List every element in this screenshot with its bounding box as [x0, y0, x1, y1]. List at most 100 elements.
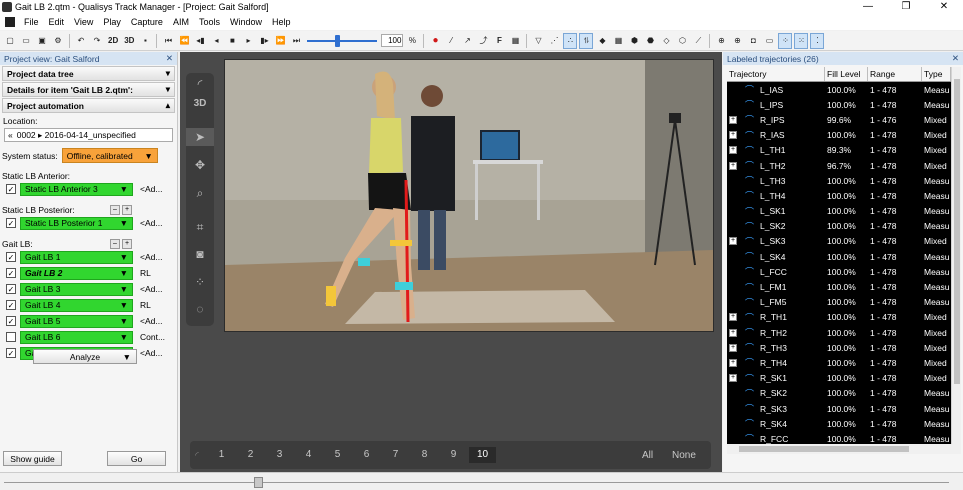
- speed-value[interactable]: 100: [381, 34, 404, 47]
- timeline-item[interactable]: 7: [381, 447, 410, 463]
- checkbox[interactable]: ✓: [6, 284, 16, 294]
- grid-icon[interactable]: ▦: [611, 33, 625, 49]
- fast-backward-icon[interactable]: ⏪: [177, 33, 191, 49]
- expand-icon[interactable]: +: [729, 343, 737, 352]
- timeline-item[interactable]: 5: [323, 447, 352, 463]
- column-header-range[interactable]: Range: [868, 67, 922, 81]
- section-project-automation[interactable]: Project automation ▴: [2, 98, 175, 113]
- close-panel-icon[interactable]: ✕: [952, 53, 959, 64]
- table-row[interactable]: ⌒ L_FCC 100.0% 1 - 478 Measu: [727, 264, 951, 279]
- fast-forward-icon[interactable]: ⏩: [273, 33, 287, 49]
- horizontal-scrollbar[interactable]: [727, 444, 961, 454]
- expand-icon[interactable]: +: [729, 374, 737, 383]
- target-icon[interactable]: ⊕: [714, 33, 728, 49]
- expand-icon[interactable]: +: [729, 237, 737, 246]
- step-forward-icon[interactable]: ▮▸: [257, 33, 271, 49]
- close-panel-icon[interactable]: ✕: [166, 53, 173, 64]
- menu-help[interactable]: Help: [267, 14, 296, 30]
- menu-view[interactable]: View: [69, 14, 98, 30]
- table-row[interactable]: + ⌒ R_TH4 100.0% 1 - 478 Mixed: [727, 355, 951, 370]
- menu-aim[interactable]: AIM: [168, 14, 194, 30]
- image-icon[interactable]: ▭: [762, 33, 776, 49]
- crop-icon[interactable]: ⌗: [186, 218, 214, 236]
- table-row[interactable]: ⌒ L_SK2 100.0% 1 - 478 Measu: [727, 219, 951, 234]
- table-row[interactable]: + ⌒ R_TH3 100.0% 1 - 478 Mixed: [727, 340, 951, 355]
- marker-points-icon[interactable]: ⁚: [810, 32, 825, 49]
- menu-window[interactable]: Window: [225, 14, 267, 30]
- table-row[interactable]: + ⌒ R_TH2 100.0% 1 - 478 Mixed: [727, 325, 951, 340]
- table-row[interactable]: + ⌒ L_SK3 100.0% 1 - 478 Mixed: [727, 234, 951, 249]
- go-to-start-icon[interactable]: ⏮: [161, 33, 175, 49]
- timeline-item[interactable]: 6: [352, 447, 381, 463]
- table-row[interactable]: ⌒ R_SK2 100.0% 1 - 478 Measu: [727, 386, 951, 401]
- table-row[interactable]: ⌒ L_TH4 100.0% 1 - 478 Measu: [727, 188, 951, 203]
- table-row[interactable]: ⌒ L_IAS 100.0% 1 - 478 Measu: [727, 82, 951, 97]
- show-guide-button[interactable]: Show guide: [3, 451, 62, 466]
- system-status-dropdown[interactable]: Offline, calibrated ▼: [61, 148, 158, 163]
- table-row[interactable]: ⌒ R_FCC 100.0% 1 - 478 Measu: [727, 431, 951, 444]
- minus-button[interactable]: –: [110, 239, 120, 249]
- marker-sets-icon[interactable]: ⁙: [794, 32, 809, 49]
- scrubber-thumb[interactable]: [254, 477, 263, 488]
- pin-icon[interactable]: ◜: [186, 75, 214, 93]
- playback-speed-slider[interactable]: [307, 33, 378, 49]
- force-plate-button[interactable]: F: [492, 33, 506, 49]
- menu-edit[interactable]: Edit: [44, 14, 70, 30]
- box-icon[interactable]: ◇: [659, 33, 673, 49]
- checkbox[interactable]: [6, 332, 16, 342]
- step-backward-icon[interactable]: ◂▮: [193, 33, 207, 49]
- trajectory-icon[interactable]: ⋰: [547, 33, 561, 49]
- move-icon[interactable]: ✥: [186, 156, 214, 174]
- timeline-item[interactable]: 9: [439, 447, 468, 463]
- play-icon[interactable]: ▸: [241, 33, 255, 49]
- minus-button[interactable]: –: [110, 205, 120, 215]
- vertical-scrollbar[interactable]: [951, 67, 961, 444]
- restore-icon[interactable]: ❐: [887, 0, 925, 14]
- checkbox[interactable]: ✓: [6, 300, 16, 310]
- static-posterior-dropdown[interactable]: Static LB Posterior 1 ▼: [20, 216, 133, 230]
- pin-icon[interactable]: ◜: [190, 450, 204, 461]
- timeline-item[interactable]: 10: [469, 447, 496, 463]
- table-row[interactable]: + ⌒ L_TH2 96.7% 1 - 478 Mixed: [727, 158, 951, 173]
- app-menu-icon[interactable]: [5, 17, 15, 27]
- expand-icon[interactable]: +: [729, 115, 737, 124]
- gait-dropdown[interactable]: Gait LB 3 ▼: [20, 282, 133, 296]
- redo-icon[interactable]: ↷: [90, 33, 104, 49]
- camera-video-frame[interactable]: [224, 59, 714, 332]
- minimize-icon[interactable]: —: [849, 0, 887, 14]
- mesh-icon[interactable]: ⬡: [675, 33, 689, 49]
- wand-icon[interactable]: ⁄: [444, 33, 458, 49]
- gait-dropdown[interactable]: Gait LB 5 ▼: [20, 314, 133, 328]
- gait-dropdown[interactable]: Gait LB 6 ▼: [20, 330, 133, 344]
- table-row[interactable]: ⌒ L_TH3 100.0% 1 - 478 Measu: [727, 173, 951, 188]
- view-2d-button[interactable]: 2D: [106, 33, 120, 49]
- timeline-scrubber[interactable]: [0, 472, 963, 490]
- section-project-data-tree[interactable]: Project data tree ▾: [2, 66, 175, 81]
- slider-thumb[interactable]: [335, 34, 341, 47]
- filter-icon[interactable]: ▽: [531, 33, 545, 49]
- table-row[interactable]: ⌒ R_SK4 100.0% 1 - 478 Measu: [727, 416, 951, 431]
- analyze-button[interactable]: Analyze ▼: [33, 349, 137, 364]
- points-icon[interactable]: ⁘: [186, 273, 214, 291]
- gait-dropdown[interactable]: Gait LB 2 ▼: [20, 266, 133, 280]
- floor-icon[interactable]: ◆: [595, 33, 609, 49]
- table-row[interactable]: + ⌒ R_IAS 100.0% 1 - 478 Mixed: [727, 128, 951, 143]
- select-none-button[interactable]: None: [672, 450, 696, 461]
- column-header-trajectory[interactable]: Trajectory: [727, 67, 825, 81]
- edit-path-icon[interactable]: ↗: [460, 33, 474, 49]
- menu-play[interactable]: Play: [98, 14, 126, 30]
- checkbox[interactable]: ✓: [6, 218, 16, 228]
- link-icon[interactable]: ⤴: [476, 33, 490, 49]
- column-header-fill-level[interactable]: Fill Level: [825, 67, 868, 81]
- plus-button[interactable]: +: [122, 239, 132, 249]
- table-icon[interactable]: ▦: [508, 33, 522, 49]
- crosshair-icon[interactable]: ⊕: [730, 33, 744, 49]
- marker-labels-icon[interactable]: ⁘: [778, 32, 793, 49]
- view-3d-button[interactable]: 3D: [122, 33, 136, 49]
- scrollbar-thumb[interactable]: [739, 446, 909, 452]
- table-row[interactable]: + ⌒ R_SK1 100.0% 1 - 478 Mixed: [727, 371, 951, 386]
- expand-icon[interactable]: +: [729, 131, 737, 140]
- checkbox[interactable]: ✓: [6, 316, 16, 326]
- settings-gear-icon[interactable]: ⚙: [51, 33, 65, 49]
- menu-tools[interactable]: Tools: [194, 14, 225, 30]
